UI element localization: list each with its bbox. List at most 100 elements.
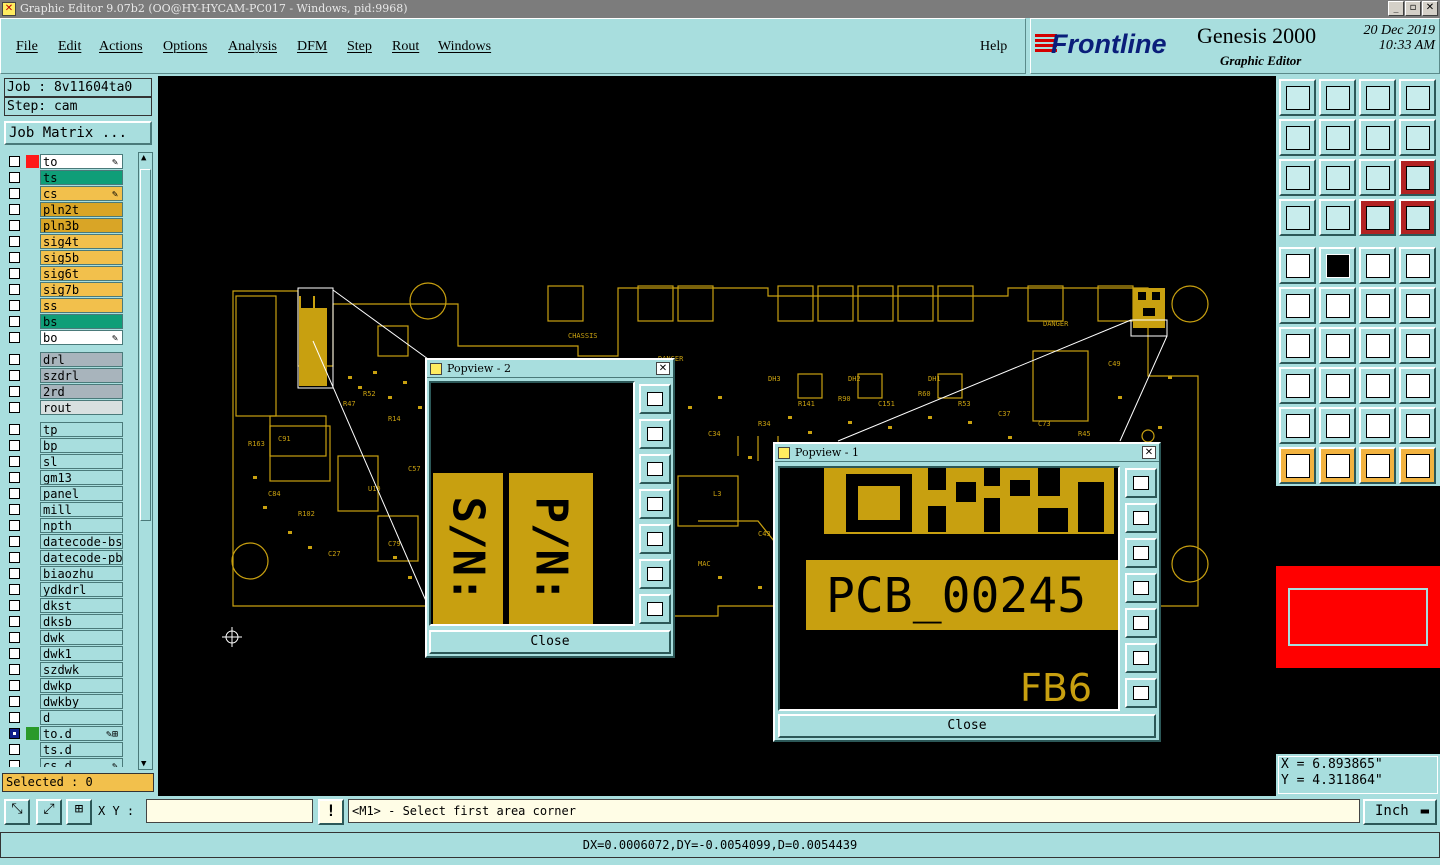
menu-file[interactable]: File bbox=[16, 39, 38, 55]
layer-scrollbar[interactable]: ▲ ▼ bbox=[138, 152, 153, 770]
layer-name[interactable]: to ✎ bbox=[40, 154, 123, 169]
layer-color-swatch[interactable] bbox=[26, 727, 39, 740]
zoom-page-button[interactable] bbox=[1319, 79, 1356, 116]
layer-row[interactable]: 2rd bbox=[5, 384, 127, 399]
pan-down-button[interactable] bbox=[1125, 538, 1157, 568]
pan-right-button[interactable] bbox=[1125, 608, 1157, 638]
layer-name[interactable]: dwk1 bbox=[40, 646, 123, 661]
layer-row[interactable]: to.d ✎⊞ bbox=[5, 726, 127, 741]
layer-row[interactable]: bs bbox=[5, 314, 127, 329]
layer-checkbox[interactable] bbox=[9, 552, 20, 563]
layer-row[interactable]: dksb bbox=[5, 614, 127, 629]
layer-checkbox[interactable] bbox=[9, 600, 20, 611]
layer-name[interactable]: pln2t bbox=[40, 202, 123, 217]
measure-button[interactable] bbox=[1359, 367, 1396, 404]
center-button[interactable] bbox=[1279, 159, 1316, 196]
layer-checkbox[interactable] bbox=[9, 188, 20, 199]
layer-row[interactable]: ts.d bbox=[5, 742, 127, 757]
layer-checkbox[interactable] bbox=[9, 386, 20, 397]
layer-checkbox[interactable] bbox=[9, 616, 20, 627]
measure-button[interactable]: ⤢ bbox=[36, 799, 62, 825]
layer-name[interactable]: biaozhu bbox=[40, 566, 123, 581]
cross-button[interactable] bbox=[1319, 367, 1356, 404]
layer-name[interactable]: cs.d ✎ bbox=[40, 758, 123, 767]
layer-checkbox[interactable] bbox=[9, 370, 20, 381]
pan-left-button[interactable] bbox=[639, 489, 671, 519]
layer-name[interactable]: ydkdrl bbox=[40, 582, 123, 597]
layer-checkbox[interactable] bbox=[9, 204, 20, 215]
layer-name[interactable]: gm13 bbox=[40, 470, 123, 485]
layer-checkbox[interactable] bbox=[9, 520, 20, 531]
scroll-down-icon[interactable]: ▼ bbox=[141, 759, 146, 769]
layer-name[interactable]: dwkby bbox=[40, 694, 123, 709]
triangle-button[interactable] bbox=[1279, 407, 1316, 444]
zoom-home-button[interactable] bbox=[1279, 79, 1316, 116]
popview-2-close-button[interactable]: Close bbox=[429, 630, 671, 654]
layer-checkbox[interactable] bbox=[9, 680, 20, 691]
layer-name[interactable]: pln3b bbox=[40, 218, 123, 233]
scroll-thumb[interactable] bbox=[140, 169, 151, 521]
menu-actions[interactable]: Actions bbox=[99, 39, 143, 55]
pointer-red-button[interactable] bbox=[1359, 447, 1396, 484]
layer-row[interactable]: panel bbox=[5, 486, 127, 501]
zoom-in-button[interactable] bbox=[639, 559, 671, 589]
zoom-prev-button[interactable] bbox=[1279, 119, 1316, 156]
layer-row[interactable]: cs.d ✎ bbox=[5, 758, 127, 767]
layer-row[interactable]: ss bbox=[5, 298, 127, 313]
layer-name[interactable]: d bbox=[40, 710, 123, 725]
pan-up-button[interactable] bbox=[1125, 503, 1157, 533]
layer-name[interactable]: to.d ✎⊞ bbox=[40, 726, 123, 741]
zoom-fit-button[interactable] bbox=[1359, 119, 1396, 156]
pan-left-button[interactable] bbox=[1125, 573, 1157, 603]
scale-button[interactable] bbox=[1359, 159, 1396, 196]
menu-analysis[interactable]: Analysis bbox=[228, 39, 277, 55]
layer-row[interactable]: ts bbox=[5, 170, 127, 185]
job-matrix-button[interactable]: Job Matrix ... bbox=[4, 121, 152, 145]
layer-row[interactable]: bo ✎ bbox=[5, 330, 127, 345]
layer-color-swatch[interactable] bbox=[26, 155, 39, 168]
triangle-fill-button[interactable] bbox=[1319, 407, 1356, 444]
layer-name[interactable]: ts.d bbox=[40, 742, 123, 757]
layer-row[interactable]: sl bbox=[5, 454, 127, 469]
layer-row[interactable]: szdwk bbox=[5, 662, 127, 677]
menu-windows[interactable]: Windows bbox=[438, 39, 491, 55]
layer-name[interactable]: sig6t bbox=[40, 266, 123, 281]
unit-select[interactable]: Inch ▬ bbox=[1363, 799, 1437, 825]
scroll-up-icon[interactable]: ▲ bbox=[141, 153, 146, 163]
layer-name[interactable]: dkst bbox=[40, 598, 123, 613]
menu-step[interactable]: Step bbox=[347, 39, 372, 55]
layer-row[interactable]: pln2t bbox=[5, 202, 127, 217]
minimize-button[interactable]: _ bbox=[1388, 1, 1404, 16]
nodes-button[interactable] bbox=[1279, 287, 1316, 324]
net-select-button[interactable] bbox=[1399, 199, 1436, 236]
snap-button[interactable] bbox=[1319, 199, 1356, 236]
popview-2-titlebar[interactable]: Popview - 2 ✕ bbox=[427, 360, 673, 378]
layer-row[interactable]: pln3b bbox=[5, 218, 127, 233]
layer-row[interactable]: mill bbox=[5, 502, 127, 517]
layer-checkbox[interactable] bbox=[9, 568, 20, 579]
net-button[interactable] bbox=[1359, 199, 1396, 236]
zoom-home-button[interactable] bbox=[639, 384, 671, 414]
zoom-out-button[interactable] bbox=[1125, 678, 1157, 708]
layer-checkbox[interactable] bbox=[9, 440, 20, 451]
layer-checkbox[interactable] bbox=[9, 456, 20, 467]
layer-checkbox[interactable] bbox=[9, 332, 20, 343]
layer-checkbox[interactable] bbox=[9, 488, 20, 499]
layer-checkbox[interactable] bbox=[9, 252, 20, 263]
layer-name[interactable]: dksb bbox=[40, 614, 123, 629]
layer-row[interactable]: ydkdrl bbox=[5, 582, 127, 597]
layer-row[interactable]: npth bbox=[5, 518, 127, 533]
pan-right-button[interactable] bbox=[639, 524, 671, 554]
layer-name[interactable]: sig5b bbox=[40, 250, 123, 265]
zoom-house-button[interactable] bbox=[1359, 79, 1396, 116]
cluster-button[interactable] bbox=[1399, 367, 1436, 404]
layer-checkbox[interactable] bbox=[9, 284, 20, 295]
layer-checkbox[interactable] bbox=[9, 760, 20, 767]
branch-button[interactable] bbox=[1399, 447, 1436, 484]
layer-checkbox[interactable] bbox=[9, 268, 20, 279]
zoom-area-button[interactable] bbox=[1319, 159, 1356, 196]
layer-row[interactable]: gm13 bbox=[5, 470, 127, 485]
layer-name[interactable]: datecode-bs bbox=[40, 534, 123, 549]
layer-checkbox[interactable] bbox=[9, 712, 20, 723]
layer-row[interactable]: sig6t bbox=[5, 266, 127, 281]
